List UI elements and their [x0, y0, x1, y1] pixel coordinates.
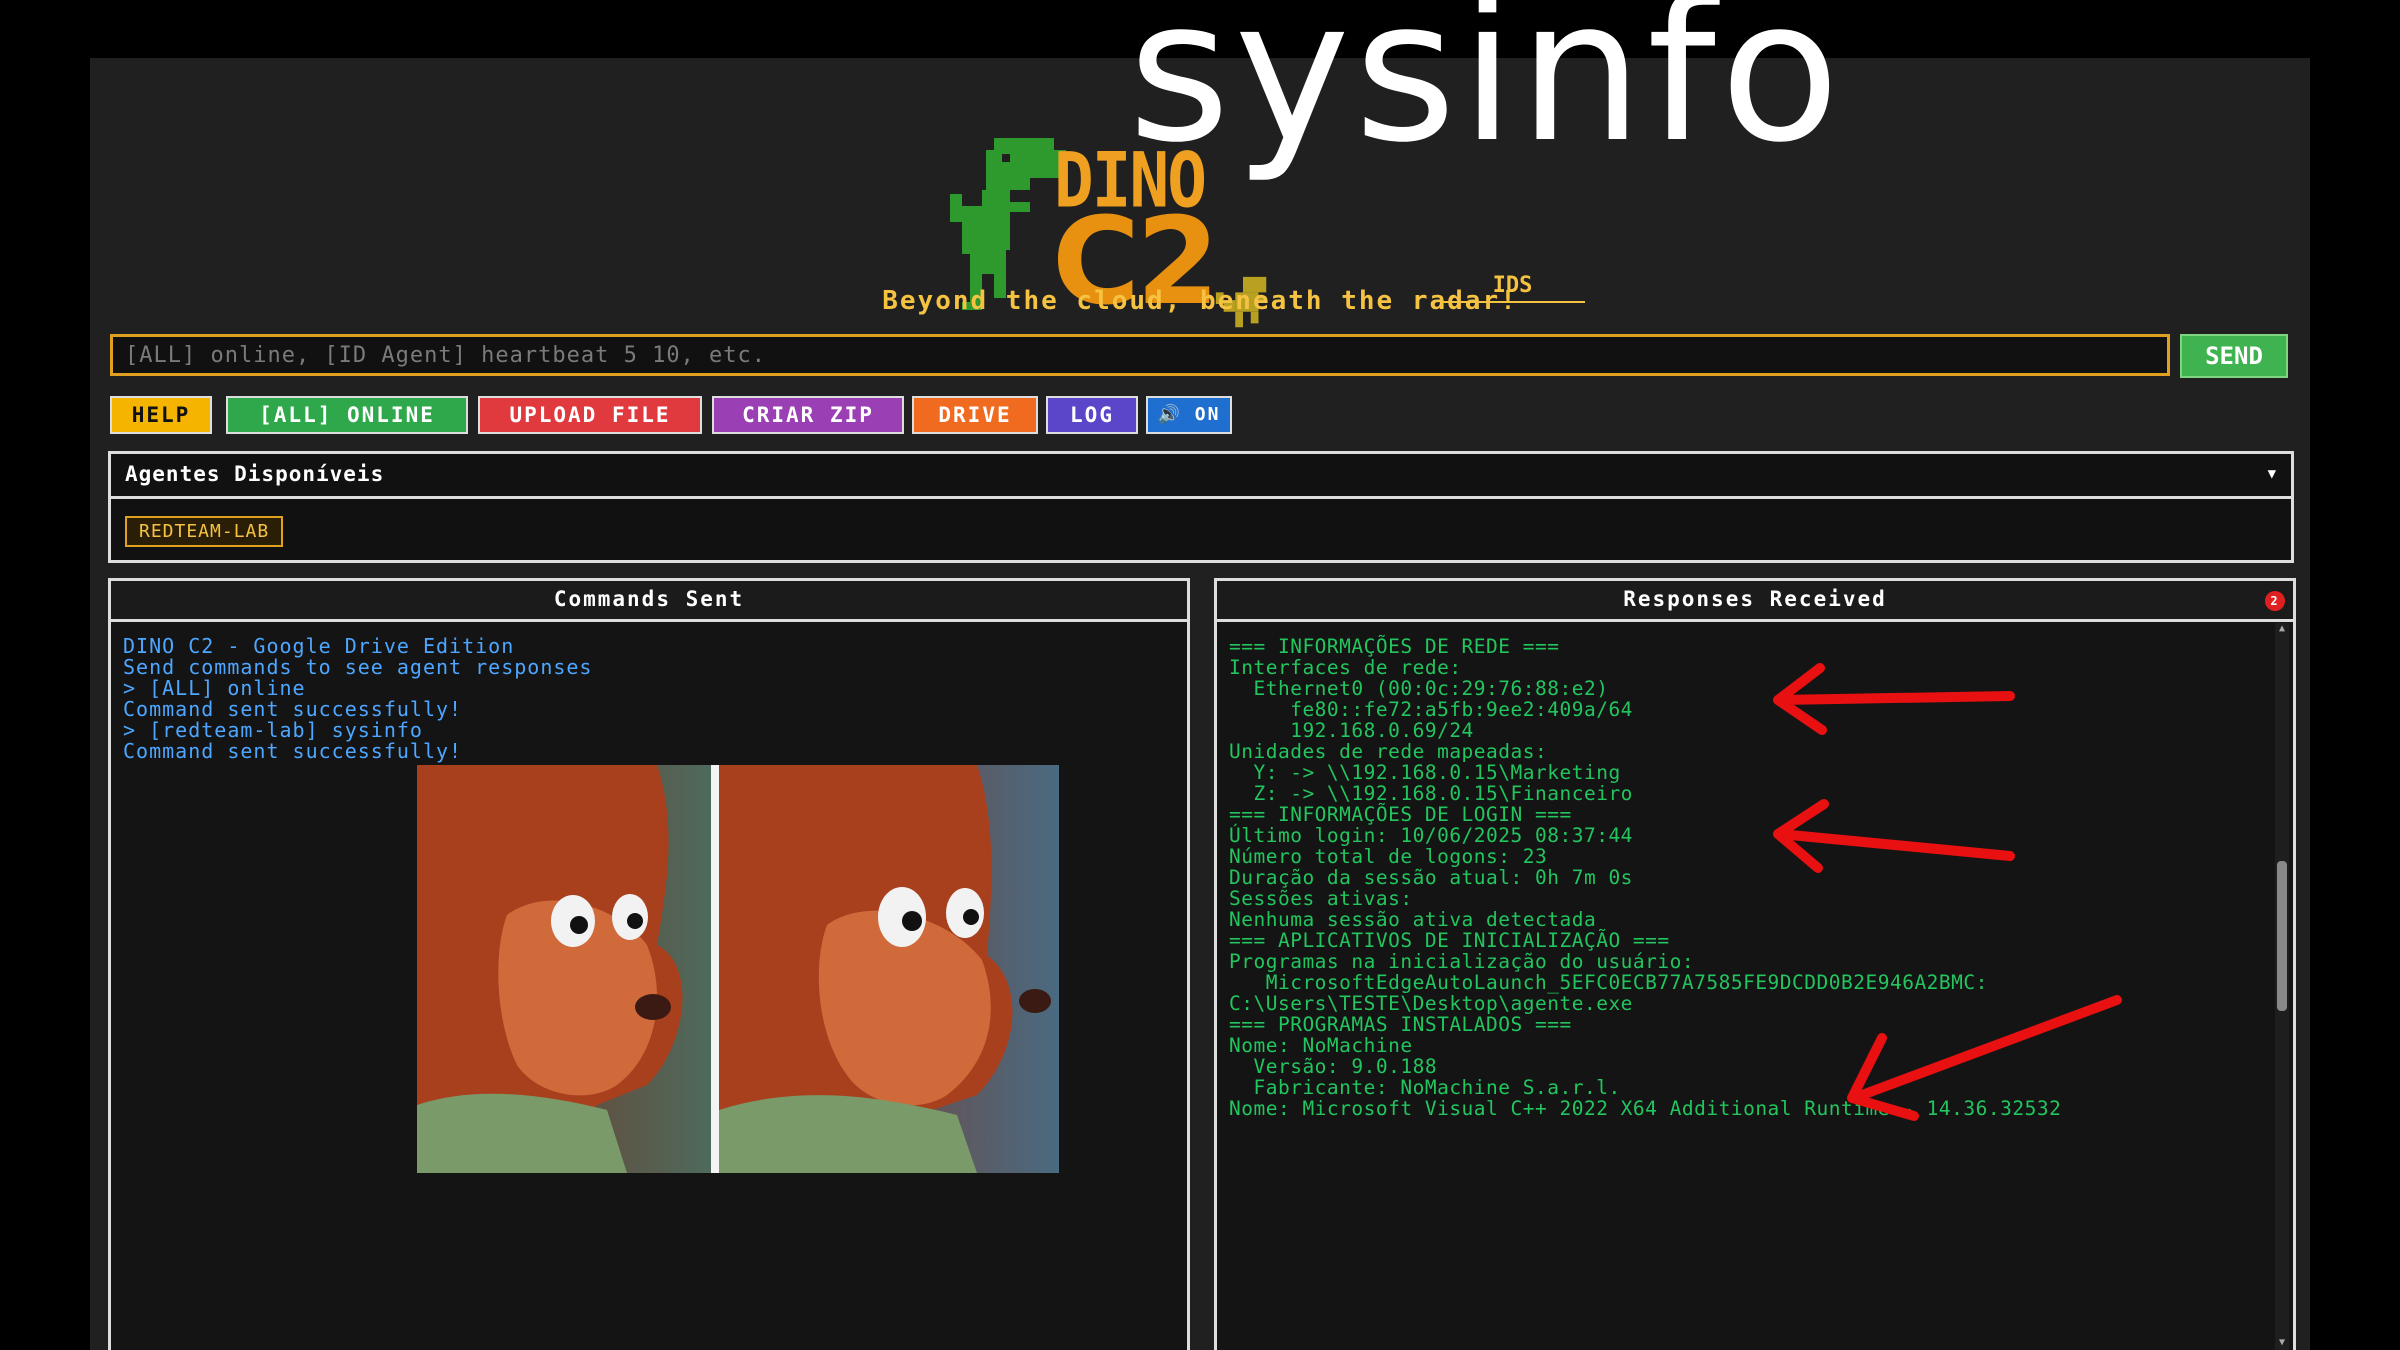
- sent-log-line: Command sent successfully!: [123, 739, 463, 763]
- sent-log-line: Command sent successfully!: [123, 697, 463, 721]
- sent-log-line: > [redteam-lab] sysinfo: [123, 718, 423, 742]
- responses-received-title: Responses Received: [1623, 587, 1887, 611]
- scroll-down-arrow-icon[interactable]: ▼: [2275, 1337, 2289, 1350]
- red-annotation-arrow-icon: [1773, 799, 2015, 873]
- all-online-button[interactable]: [ALL] ONLINE: [226, 396, 468, 434]
- responses-received-header: Responses Received 2: [1217, 581, 2293, 622]
- scroll-up-arrow-icon[interactable]: ▲: [2275, 623, 2289, 637]
- log-button[interactable]: LOG: [1046, 396, 1138, 434]
- responses-received-panel: Responses Received 2 === INFORMAÇÕES DE …: [1214, 578, 2296, 1350]
- response-line: === INFORMAÇÕES DE REDE ===: [1229, 635, 1560, 658]
- response-line: 192.168.0.69/24: [1229, 719, 1474, 742]
- response-line: Número total de logons: 23: [1229, 845, 1548, 868]
- sent-log-line: DINO C2 - Google Drive Edition: [123, 634, 515, 658]
- upload-file-button[interactable]: UPLOAD FILE: [478, 396, 702, 434]
- response-line: Y: -> \\192.168.0.15\Marketing: [1229, 761, 1621, 784]
- response-line: Ethernet0 (00:0c:29:76:88:e2): [1229, 677, 1609, 700]
- commands-sent-title: Commands Sent: [111, 581, 1187, 622]
- criar-zip-button[interactable]: CRIAR ZIP: [712, 396, 904, 434]
- send-button[interactable]: SEND: [2180, 334, 2288, 378]
- response-line: Z: -> \\192.168.0.15\Financeiro: [1229, 782, 1633, 805]
- tagline: Beyond the cloud, beneath the radar!: [882, 286, 1518, 316]
- drive-button[interactable]: DRIVE: [912, 396, 1038, 434]
- response-line: Unidades de rede mapeadas:: [1229, 740, 1548, 763]
- red-annotation-arrow-icon: [1847, 995, 2122, 1121]
- sound-toggle-button[interactable]: 🔊 ON: [1146, 396, 1232, 434]
- agents-panel-header[interactable]: Agentes Disponíveis ▼: [111, 454, 2291, 499]
- response-line: === INFORMAÇÕES DE LOGIN ===: [1229, 803, 1572, 826]
- response-line: Interfaces de rede:: [1229, 656, 1462, 679]
- sent-log-line: > [ALL] online: [123, 676, 306, 700]
- monkey-meme-image: [417, 765, 1059, 1173]
- overlay-title: sysinfo: [1128, 0, 1844, 186]
- response-count-badge: 2: [2265, 591, 2285, 611]
- response-line: Programas na inicialização do usuário:: [1229, 950, 1695, 973]
- commands-sent-log: DINO C2 - Google Drive Edition Send comm…: [111, 622, 1187, 776]
- agent-tag-redteam-lab[interactable]: REDTEAM-LAB: [125, 516, 284, 547]
- response-line: Duração da sessão atual: 0h 7m 0s: [1229, 866, 1633, 889]
- scrollbar-thumb[interactable]: [2277, 861, 2287, 1011]
- responses-scrollbar[interactable]: ▲ ▼: [2275, 623, 2289, 1350]
- red-annotation-arrow-icon: [1773, 663, 2015, 735]
- commands-sent-panel: Commands Sent DINO C2 - Google Drive Edi…: [108, 578, 1190, 1350]
- response-line: Último login: 10/06/2025 08:37:44: [1229, 824, 1633, 847]
- response-line: fe80::fe72:a5fb:9ee2:409a/64: [1229, 698, 1633, 721]
- response-line: Sessões ativas:: [1229, 887, 1413, 910]
- response-line: Nenhuma sessão ativa detectada: [1229, 908, 1597, 931]
- sent-log-line: Send commands to see agent responses: [123, 655, 593, 679]
- agents-panel-title: Agentes Disponíveis: [125, 462, 385, 486]
- available-agents-panel: Agentes Disponíveis ▼ REDTEAM-LAB: [108, 451, 2294, 563]
- chevron-down-icon[interactable]: ▼: [2268, 454, 2277, 494]
- response-line: === APLICATIVOS DE INICIALIZAÇÃO ===: [1229, 929, 1670, 952]
- help-button[interactable]: HELP: [110, 396, 212, 434]
- command-input[interactable]: [110, 334, 2170, 376]
- dino-c2-app: DINO C2 IDS Beyond the cloud, beneath th…: [90, 58, 2310, 1350]
